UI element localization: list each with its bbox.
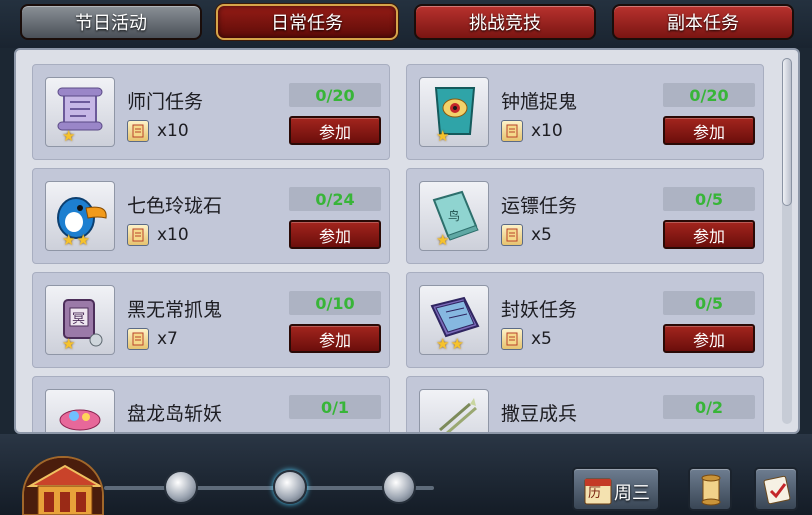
task-card-yunbiao: 鸟 ★ 运镖任务 x5 0/5 参加 (406, 168, 764, 264)
reward-ticket-icon (127, 120, 149, 142)
star-icon: ★ (436, 231, 450, 249)
task-name: 黑无常抓鬼 (127, 299, 223, 321)
calendar-button[interactable]: 历 周三 (572, 467, 660, 511)
task-name: 盘龙岛斩妖 (127, 403, 223, 425)
join-button[interactable]: 参加 (663, 220, 755, 249)
join-button[interactable]: 参加 (663, 324, 755, 353)
star-icon: ★ (436, 127, 450, 145)
scrollbar[interactable] (782, 58, 792, 424)
reward-ticket-icon (501, 328, 523, 350)
task-name: 师门任务 (127, 91, 204, 113)
svg-text:冥: 冥 (72, 312, 85, 327)
milestone-node-active[interactable] (273, 470, 307, 504)
milestone-node[interactable] (382, 470, 416, 504)
tome-icon: ★ ★ (419, 285, 489, 355)
task-progress: 0/5 (663, 187, 755, 211)
calendar-label: 历 (588, 486, 602, 501)
arrows-icon (419, 389, 489, 432)
join-button[interactable]: 参加 (289, 116, 381, 145)
quest-log-button[interactable] (754, 467, 798, 511)
reward-count: x10 (157, 225, 189, 245)
task-progress: 0/20 (663, 83, 755, 107)
reward-ticket-icon (501, 120, 523, 142)
task-card-heiwuchang: 冥 ★ 黑无常抓鬼 x7 0/10 参加 (32, 272, 390, 368)
eye-banner-icon: ★ (419, 77, 489, 147)
task-card-sadou: 撒豆成兵 0/2 (406, 376, 764, 432)
star-rating: ★ (436, 129, 449, 144)
task-name: 撒豆成兵 (501, 403, 578, 425)
tab-bar: 节日活动 日常任务 挑战竞技 副本任务 (0, 0, 812, 48)
task-progress: 0/24 (289, 187, 381, 211)
calendar-day: 周三 (614, 483, 650, 504)
reward-ticket-icon (127, 328, 149, 350)
task-progress: 0/2 (663, 395, 755, 419)
task-name: 七色玲珑石 (127, 195, 223, 217)
star-icon: ★ (436, 335, 450, 353)
task-progress: 0/5 (663, 291, 755, 315)
join-button[interactable]: 参加 (289, 220, 381, 249)
star-icon: ★ (450, 335, 464, 353)
join-button[interactable]: 参加 (289, 324, 381, 353)
reward-count: x5 (531, 329, 552, 349)
treasure-icon (45, 389, 115, 432)
task-card-fengyao: ★ ★ 封妖任务 x5 0/5 参加 (406, 272, 764, 368)
reward-count: x10 (157, 121, 189, 141)
task-progress: 0/10 (289, 291, 381, 315)
reward-count: x5 (531, 225, 552, 245)
task-name: 钟馗捉鬼 (501, 91, 578, 113)
parchment-icon (701, 474, 721, 506)
reward-ticket-icon (127, 224, 149, 246)
star-rating: ★ (62, 129, 75, 144)
reward-ticket-icon (501, 224, 523, 246)
task-progress: 0/1 (289, 395, 381, 419)
scroll-map-button[interactable] (688, 467, 732, 511)
tab-festival-events[interactable]: 节日活动 (20, 4, 202, 40)
toucan-icon: ★ ★ (45, 181, 115, 251)
star-icon: ★ (62, 335, 76, 353)
star-rating: ★ (62, 337, 75, 352)
token-icon: 冥 ★ (45, 285, 115, 355)
tab-challenge-arena[interactable]: 挑战竞技 (414, 4, 596, 40)
task-card-zhongkui: ★ 钟馗捉鬼 x10 0/20 参加 (406, 64, 764, 160)
task-list-panel: ★ 师门任务 x10 0/20 参加 ★ 钟馗捉鬼 x10 0/20 参加 ★ … (14, 48, 800, 434)
task-name: 运镖任务 (501, 195, 578, 217)
star-rating: ★ (436, 233, 449, 248)
checklist-icon (763, 475, 791, 505)
task-card-panlongdao: 盘龙岛斩妖 0/1 (32, 376, 390, 432)
reward-count: x10 (531, 121, 563, 141)
star-icon: ★ (62, 127, 76, 145)
star-icon: ★ (62, 231, 76, 249)
join-button[interactable]: 参加 (663, 116, 755, 145)
task-card-shimen: ★ 师门任务 x10 0/20 参加 (32, 64, 390, 160)
star-rating: ★ ★ (62, 233, 90, 248)
star-rating: ★ ★ (436, 337, 464, 352)
scrollbar-thumb[interactable] (782, 58, 792, 206)
star-icon: ★ (76, 231, 90, 249)
task-card-qise: ★ ★ 七色玲珑石 x10 0/24 参加 (32, 168, 390, 264)
task-name: 封妖任务 (501, 299, 578, 321)
tab-daily-tasks[interactable]: 日常任务 (216, 4, 398, 40)
svg-text:鸟: 鸟 (448, 208, 460, 223)
book-icon: 鸟 ★ (419, 181, 489, 251)
tab-dungeon-tasks[interactable]: 副本任务 (612, 4, 794, 40)
milestone-node[interactable] (164, 470, 198, 504)
scroll-icon: ★ (45, 77, 115, 147)
reward-count: x7 (157, 329, 178, 349)
task-progress: 0/20 (289, 83, 381, 107)
